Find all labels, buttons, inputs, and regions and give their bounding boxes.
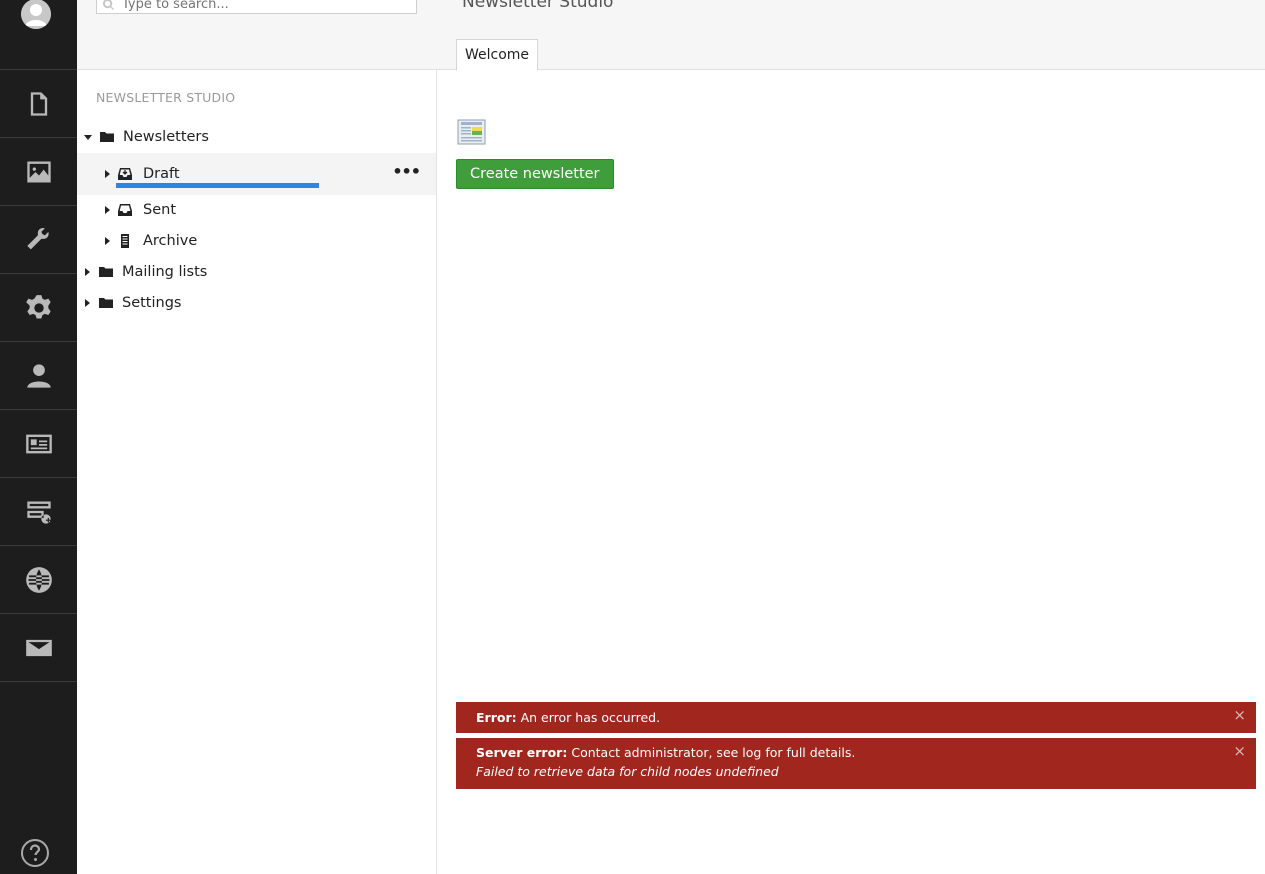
- tree-node-label: Archive: [143, 233, 198, 249]
- section-rail: [0, 0, 77, 874]
- search-icon: [103, 0, 114, 10]
- tree-node-newsletters[interactable]: Newsletters: [77, 123, 436, 151]
- rail-newsletter[interactable]: [0, 614, 77, 682]
- notification-detail: Failed to retrieve data for child nodes …: [476, 764, 779, 779]
- content-icon: [30, 91, 47, 116]
- members-icon: [25, 434, 52, 453]
- create-newsletter-button[interactable]: Create newsletter: [456, 159, 614, 189]
- caret-right-icon[interactable]: [85, 268, 90, 276]
- forms-icon: [26, 501, 51, 524]
- notification-message: An error has occurred.: [520, 710, 661, 725]
- users-icon: [26, 363, 51, 388]
- translation-globe-icon: [25, 566, 52, 593]
- media-icon: [26, 161, 51, 182]
- tab-welcome[interactable]: Welcome: [456, 39, 539, 71]
- error-notification: Error: An error has occurred. ×: [456, 702, 1256, 733]
- caret-right-icon[interactable]: [85, 299, 90, 307]
- search-input[interactable]: [120, 0, 400, 13]
- rail-translation[interactable]: [0, 546, 77, 614]
- tree-node-label: Newsletters: [123, 129, 209, 145]
- settings-wrench-icon: [26, 227, 49, 249]
- rail-media[interactable]: [0, 138, 77, 206]
- rail-developer[interactable]: [0, 274, 77, 342]
- newspaper-icon: [457, 118, 487, 146]
- archive-icon: [118, 234, 132, 248]
- notification-heading: Server error:: [476, 745, 568, 760]
- notification-message: Contact administrator, see log for full …: [571, 745, 856, 760]
- tree-node-label: Sent: [143, 202, 177, 218]
- help-icon: [21, 839, 49, 867]
- caret-right-icon[interactable]: [105, 237, 110, 245]
- main-header: Newsletter Studio Welcome: [437, 0, 1265, 71]
- server-error-notification: Server error: Contact administrator, see…: [456, 738, 1256, 789]
- rail-content[interactable]: [0, 70, 77, 138]
- close-icon[interactable]: ×: [1233, 742, 1246, 760]
- folder-icon: [99, 296, 113, 310]
- search-box[interactable]: [96, 0, 417, 14]
- tree-node-sent[interactable]: Sent: [77, 196, 436, 224]
- tree-node-draft[interactable]: Draft •••: [77, 153, 436, 195]
- rail-settings[interactable]: [0, 206, 77, 274]
- loading-bar: [116, 183, 319, 188]
- inbox-icon: [118, 167, 132, 181]
- gear-icon: [25, 294, 51, 318]
- rail-users[interactable]: [0, 342, 77, 410]
- tree-panel: NEWSLETTER STUDIO Newsletters Draft ••• …: [77, 0, 437, 874]
- tree-node-label: Mailing lists: [122, 264, 208, 280]
- folder-icon: [100, 130, 114, 144]
- tree-node-mailing-lists[interactable]: Mailing lists: [77, 258, 436, 286]
- tree-node-archive[interactable]: Archive: [77, 227, 436, 255]
- avatar-area: [0, 0, 77, 70]
- close-icon[interactable]: ×: [1233, 702, 1246, 729]
- avatar[interactable]: [21, 0, 51, 29]
- caret-right-icon[interactable]: [105, 170, 110, 178]
- node-actions-button[interactable]: •••: [392, 162, 421, 181]
- tree-header: [77, 0, 437, 70]
- tree-node-settings[interactable]: Settings: [77, 289, 436, 317]
- user-avatar-icon: [21, 0, 51, 29]
- tree-node-label: Draft: [143, 166, 180, 182]
- page-title: Newsletter Studio: [462, 0, 614, 12]
- help-button[interactable]: [20, 838, 50, 868]
- section-title: NEWSLETTER STUDIO: [96, 90, 236, 105]
- rail-forms[interactable]: [0, 478, 77, 546]
- tree-node-label: Settings: [122, 295, 182, 311]
- folder-icon: [99, 265, 113, 279]
- inbox-icon: [118, 203, 132, 217]
- caret-down-icon[interactable]: [84, 134, 92, 140]
- rail-members[interactable]: [0, 410, 77, 478]
- notification-heading: Error:: [476, 710, 517, 725]
- newsletter-mail-icon: [25, 639, 52, 656]
- caret-right-icon[interactable]: [105, 206, 110, 214]
